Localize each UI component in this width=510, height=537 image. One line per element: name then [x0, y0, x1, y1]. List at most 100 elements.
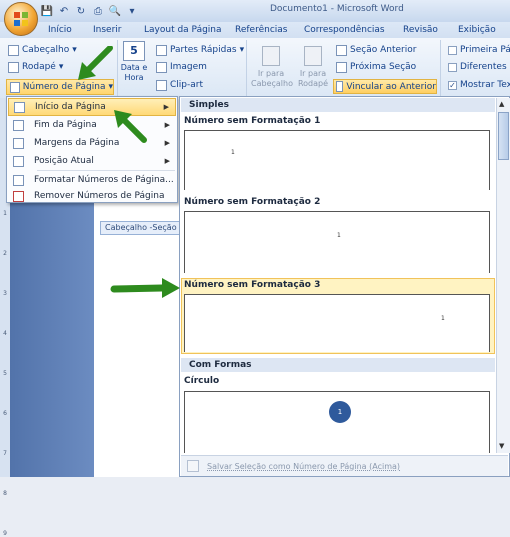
different-checkbox[interactable]: Diferentes: [448, 60, 507, 74]
remove-page-numbers-icon: [13, 190, 24, 202]
tab-revisao[interactable]: Revisão: [403, 25, 438, 35]
office-button[interactable]: [4, 2, 38, 36]
goto-footer-icon: [304, 46, 322, 66]
ruler-tick: 9: [3, 530, 7, 537]
tab-referencias[interactable]: Referências: [235, 25, 288, 35]
next-section-button[interactable]: Próxima Seção: [336, 60, 416, 74]
goto-header-label-2: Cabeçalho: [251, 79, 293, 88]
gallery-item-label: Número sem Formatação 2: [184, 197, 321, 207]
menu-item-label: Remover Números de Página: [34, 191, 165, 201]
menu-item-label: Formatar Números de Página...: [34, 175, 174, 185]
clipart-button[interactable]: Clip-art: [156, 78, 203, 92]
tab-layout[interactable]: Layout da Página: [144, 25, 222, 35]
first-page-label: Primeira Pá: [460, 45, 510, 55]
ruler-tick: 8: [3, 490, 7, 497]
date-time-label-1: Data e: [120, 63, 148, 72]
link-previous-icon: [336, 81, 344, 92]
different-label: Diferentes: [460, 62, 507, 72]
goto-footer-label-1: Ir para: [299, 69, 327, 78]
menu-item-top-of-page[interactable]: Início da Página ▶: [8, 98, 176, 116]
bottom-of-page-icon: [13, 119, 24, 131]
page-number-preview: 1: [441, 315, 445, 322]
previous-section-label: Seção Anterior: [350, 45, 417, 55]
menu-item-label: Margens da Página: [34, 138, 120, 148]
scroll-down-icon[interactable]: ▼: [499, 442, 504, 450]
goto-header-label-1: Ir para: [257, 69, 285, 78]
submenu-arrow-icon: ▶: [164, 121, 170, 129]
gallery-scrollbar[interactable]: ▲ ▼: [496, 98, 510, 453]
gallery-section-simple: Simples: [181, 98, 495, 112]
scrollbar-thumb[interactable]: [498, 112, 509, 160]
current-position-icon: [13, 155, 24, 167]
scroll-up-icon[interactable]: ▲: [499, 100, 504, 108]
customize-qat-icon[interactable]: ▾: [125, 4, 139, 18]
top-of-page-icon: [14, 101, 25, 113]
page-number-menu: Início da Página ▶ Fim da Página ▶ Marge…: [6, 96, 178, 203]
title-bar: 💾 ↶ ↻ ⎙ 🔍 ▾ Documento1 - Microsoft Word: [0, 0, 510, 22]
undo-icon[interactable]: ↶: [57, 4, 71, 18]
menu-item-label: Posição Atual: [34, 156, 94, 166]
chevron-down-icon: ▾: [239, 45, 245, 55]
goto-header-button[interactable]: Ir para Cabeçalho: [251, 46, 293, 89]
print-preview-icon[interactable]: 🔍: [108, 4, 122, 18]
quick-parts-button[interactable]: Partes Rápidas ▾: [156, 43, 244, 57]
image-button[interactable]: Imagem: [156, 60, 207, 74]
annotation-arrow-icon: [78, 46, 113, 80]
print-icon[interactable]: ⎙: [91, 4, 105, 18]
chevron-down-icon: ▾: [108, 82, 113, 92]
save-selection-item: Salvar Seleção como Número de Página (Ac…: [181, 455, 508, 476]
menu-item-label: Início da Página: [35, 102, 106, 112]
office-logo-icon: [14, 12, 28, 26]
link-previous-label: Vincular ao Anterior: [346, 81, 436, 92]
gallery-item-plain-number-3[interactable]: 1: [184, 294, 490, 352]
goto-header-icon: [262, 46, 280, 66]
submenu-arrow-icon: ▶: [164, 139, 170, 147]
link-previous-button[interactable]: Vincular ao Anterior: [333, 79, 437, 94]
tab-inicio[interactable]: Início: [48, 25, 72, 35]
ruler-tick: 3: [3, 290, 7, 297]
menu-item-label: Fim da Página: [34, 120, 97, 130]
submenu-arrow-icon: ▶: [163, 103, 169, 111]
menu-item-page-margins[interactable]: Margens da Página ▶: [8, 134, 176, 152]
annotation-arrow-icon: [114, 110, 147, 143]
footer-icon: [8, 61, 19, 73]
save-icon[interactable]: 💾: [40, 4, 54, 18]
first-page-checkbox[interactable]: Primeira Pá: [448, 43, 510, 57]
date-time-label-2: Hora: [124, 73, 144, 82]
clipart-icon: [156, 79, 167, 91]
show-text-checkbox[interactable]: ✓ Mostrar Tex: [448, 78, 510, 92]
tab-exibicao[interactable]: Exibição: [458, 25, 496, 35]
footer-label: Rodapé: [22, 62, 56, 72]
ruler-tick: 2: [3, 250, 7, 257]
ruler-tick: 1: [3, 210, 7, 217]
menu-item-bottom-of-page[interactable]: Fim da Página ▶: [8, 116, 176, 134]
ribbon-tabs: Início Inserir Layout da Página Referênc…: [0, 22, 510, 38]
header-section-tag: Cabeçalho -Seção 2: [100, 221, 184, 235]
gallery-item-plain-number-2[interactable]: 1: [184, 211, 490, 273]
menu-item-current-position[interactable]: Posição Atual ▶: [8, 152, 176, 170]
page-number-preview: 1: [337, 232, 341, 239]
gallery-item-plain-number-1[interactable]: 1: [184, 130, 490, 190]
gallery-item-label: Círculo: [184, 376, 220, 386]
quick-parts-label: Partes Rápidas: [170, 45, 237, 55]
tab-inserir[interactable]: Inserir: [93, 25, 122, 35]
ruler-tick: 7: [3, 450, 7, 457]
quick-parts-icon: [156, 44, 167, 56]
header-button[interactable]: Cabeçalho ▾: [8, 43, 77, 57]
menu-item-remove-page-numbers[interactable]: Remover Números de Página: [8, 187, 176, 205]
save-selection-icon: [187, 460, 199, 472]
previous-section-button[interactable]: Seção Anterior: [336, 43, 416, 57]
tab-correspondencias[interactable]: Correspondências: [304, 25, 385, 35]
goto-footer-button[interactable]: Ir para Rodapé: [295, 46, 331, 89]
page-number-label: Número de Página: [22, 82, 106, 92]
goto-footer-label-2: Rodapé: [297, 79, 329, 88]
redo-icon[interactable]: ↻: [74, 4, 88, 18]
footer-button[interactable]: Rodapé ▾: [8, 60, 63, 74]
page-number-gallery: Simples Número sem Formatação 1 1 Número…: [179, 96, 510, 477]
separator: [440, 40, 441, 96]
calendar-icon: 5: [123, 41, 145, 61]
date-time-button[interactable]: 5 Data e Hora: [118, 41, 150, 83]
save-selection-label: Salvar Seleção como Número de Página (Ac…: [207, 461, 401, 471]
image-icon: [156, 61, 167, 73]
gallery-item-label: Número sem Formatação 1: [184, 116, 321, 126]
